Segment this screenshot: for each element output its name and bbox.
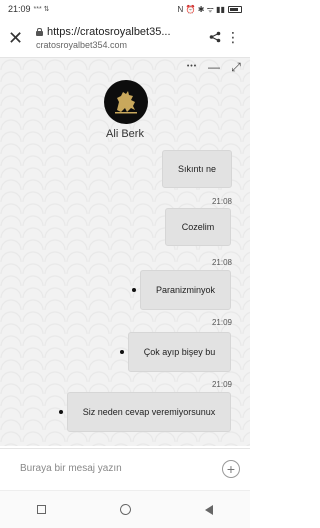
message-text: Cozelim <box>181 222 215 232</box>
message-bubble: Siz neden cevap veremiyorsunux <box>67 392 231 432</box>
more-vertical-icon: ⋮ <box>226 29 240 45</box>
status-icons-text: N ⏰ ✱ ᯤ ▮▮ <box>177 4 225 14</box>
back-icon[interactable] <box>205 504 213 515</box>
message-input[interactable] <box>20 463 222 474</box>
expand-button[interactable]: ⤢ <box>230 60 242 75</box>
share-icon <box>209 31 221 42</box>
more-menu-button[interactable]: ⋮ <box>224 29 242 46</box>
address-bar[interactable]: https://cratosroyalbet35... cratosroyalb… <box>36 26 206 50</box>
close-icon: ✕ <box>8 27 24 48</box>
message-time: 21:09 <box>211 380 232 389</box>
chat-window[interactable]: ••• — ⤢ Ali Berk Sıkıntı ne 21:08 Cozeli… <box>0 58 250 446</box>
message-time: 21:09 <box>211 318 232 327</box>
agent-name: Ali Berk <box>106 128 144 140</box>
clock: 21:09 <box>8 4 31 14</box>
signal-indicator: *** ⇅ <box>33 6 50 13</box>
browser-bar: ✕ https://cratosroyalbet35... cratosroya… <box>0 18 250 58</box>
battery-icon <box>228 5 242 13</box>
message-bubble: Cozelim <box>165 208 231 246</box>
agent-avatar <box>104 80 148 124</box>
lion-logo-icon <box>115 91 137 114</box>
message-bubble: Sıkıntı ne <box>162 150 232 188</box>
chat-more-button[interactable]: ••• <box>186 63 198 75</box>
system-nav-bar <box>0 490 250 528</box>
message-time: 21:08 <box>211 258 232 267</box>
share-button[interactable] <box>206 30 224 46</box>
message-text: Çok ayıp bişey bu <box>143 347 216 357</box>
message-text: Siz neden cevap veremiyorsunux <box>82 407 216 417</box>
plus-icon: + <box>226 460 236 477</box>
minimize-button[interactable]: — <box>208 60 220 75</box>
message-bubble: Paranizminyok <box>140 270 231 310</box>
read-indicator <box>120 350 124 354</box>
message-text: Sıkıntı ne <box>177 164 217 174</box>
lock-icon <box>36 27 43 36</box>
status-bar: 21:09 *** ⇅ N ⏰ ✱ ᯤ ▮▮ <box>0 0 250 18</box>
add-attachment-button[interactable]: + <box>222 459 240 478</box>
close-button[interactable]: ✕ <box>8 29 28 47</box>
home-icon[interactable] <box>120 504 131 515</box>
url-text: https://cratosroyalbet35... <box>47 25 171 38</box>
message-time: 21:08 <box>211 197 232 206</box>
read-indicator <box>59 410 63 414</box>
recent-apps-icon[interactable] <box>37 505 46 514</box>
read-indicator <box>132 288 136 292</box>
message-bubble: Çok ayıp bişey bu <box>128 332 231 372</box>
message-text: Paranizminyok <box>155 285 216 295</box>
status-icons: N ⏰ ✱ ᯤ ▮▮ <box>178 4 242 15</box>
domain-text: cratosroyalbet354.com <box>36 39 128 50</box>
chat-controls: ••• — ⤢ <box>186 60 242 75</box>
message-composer: + <box>0 448 250 488</box>
